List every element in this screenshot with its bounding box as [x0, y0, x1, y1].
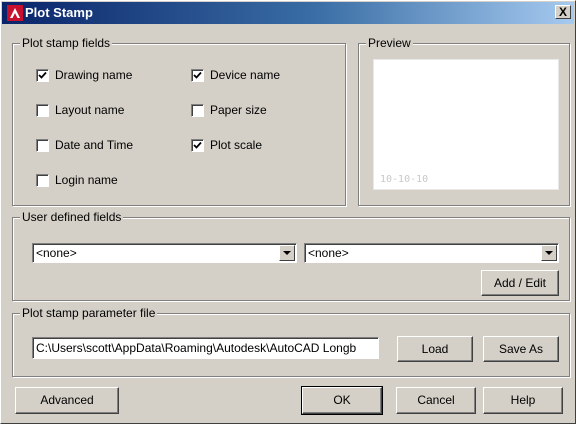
checkbox-label: Paper size [210, 103, 267, 117]
add-edit-button[interactable]: Add / Edit [481, 270, 559, 296]
dropdown-arrow-button[interactable] [279, 245, 295, 261]
checkbox-plot-scale-box[interactable] [191, 139, 204, 152]
parameter-file-label: Plot stamp parameter file [20, 306, 158, 320]
advanced-button-label: Advanced [40, 393, 94, 407]
add-edit-button-label: Add / Edit [493, 276, 547, 290]
parameter-file-group: Plot stamp parameter file C:\Users\scott… [12, 306, 570, 377]
checkmark-icon [193, 141, 202, 149]
parameter-file-path-value: C:\Users\scott\AppData\Roaming\Autodesk\… [36, 341, 357, 355]
parameter-file-path-field[interactable]: C:\Users\scott\AppData\Roaming\Autodesk\… [32, 337, 379, 359]
checkbox-device-name-box[interactable] [191, 69, 204, 82]
chevron-down-icon [283, 251, 291, 255]
preview-sample-text: 10-10-10 [380, 174, 429, 185]
preview-canvas: 10-10-10 [373, 59, 559, 190]
plot-stamp-fields-group: Plot stamp fields Drawing name Device na… [12, 36, 346, 206]
select-value: <none> [36, 246, 77, 260]
title-bar[interactable]: Plot Stamp X [2, 2, 574, 24]
ok-button[interactable]: OK [301, 386, 383, 415]
close-icon: X [558, 5, 567, 19]
checkbox-label: Layout name [55, 103, 125, 117]
load-button-label: Load [421, 342, 449, 356]
checkbox-label: Drawing name [55, 68, 133, 82]
plot-stamp-dialog: Plot Stamp X Plot stamp fields Drawing n… [0, 0, 576, 424]
load-button[interactable]: Load [397, 336, 473, 362]
preview-group: Preview 10-10-10 [358, 36, 570, 206]
advanced-button[interactable]: Advanced [15, 387, 119, 414]
checkmark-icon [193, 71, 202, 79]
checkbox-layout-name-box[interactable] [36, 104, 49, 117]
checkbox-drawing-name-box[interactable] [36, 69, 49, 82]
save-as-button[interactable]: Save As [483, 336, 559, 362]
user-field-1-select[interactable]: <none> [32, 243, 297, 263]
cancel-button-label: Cancel [417, 393, 455, 407]
help-button[interactable]: Help [483, 387, 563, 414]
window-title: Plot Stamp [25, 5, 93, 20]
checkbox-label: Date and Time [55, 138, 134, 152]
checkbox-label: Login name [55, 173, 118, 187]
user-field-2-select[interactable]: <none> [304, 243, 559, 263]
preview-label: Preview [366, 36, 413, 50]
select-value: <none> [308, 246, 349, 260]
chevron-down-icon [545, 251, 553, 255]
checkbox-label: Plot scale [210, 138, 263, 152]
save-as-button-label: Save As [498, 342, 544, 356]
dropdown-arrow-button[interactable] [541, 245, 557, 261]
checkmark-icon [38, 71, 47, 79]
autocad-logo-icon [7, 5, 23, 21]
checkbox-label: Device name [210, 68, 281, 82]
user-defined-fields-label: User defined fields [20, 210, 124, 224]
checkbox-date-and-time-box[interactable] [36, 139, 49, 152]
checkbox-login-name-box[interactable] [36, 174, 49, 187]
user-defined-fields-group: User defined fields <none> <none> Add / … [12, 210, 570, 301]
close-button[interactable]: X [555, 5, 571, 19]
checkbox-paper-size-box[interactable] [191, 104, 204, 117]
help-button-label: Help [510, 393, 536, 407]
cancel-button[interactable]: Cancel [396, 387, 476, 414]
ok-button-label: OK [333, 393, 351, 407]
plot-stamp-fields-label: Plot stamp fields [20, 36, 113, 50]
